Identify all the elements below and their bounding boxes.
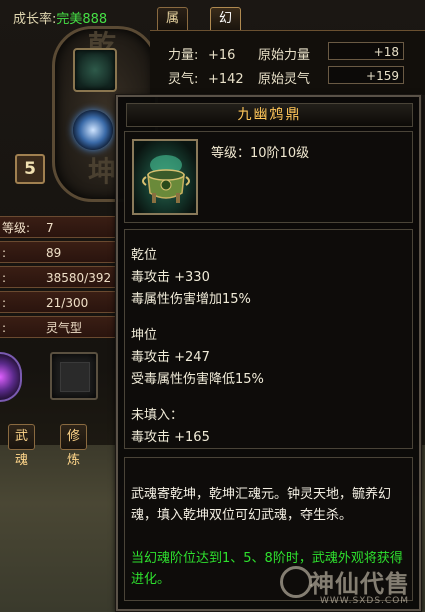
stat-value: 灵气型 bbox=[46, 321, 83, 335]
item-level: 等级：10阶10级 bbox=[211, 146, 310, 161]
growth-label: 成长率: bbox=[13, 12, 57, 27]
watermark-url: WWW.SXDS.COM bbox=[320, 596, 410, 606]
stat-key: : bbox=[2, 321, 7, 335]
kun-line: 毒攻击 +247 bbox=[131, 350, 210, 365]
attr-name: 力量: bbox=[168, 48, 199, 63]
tab-huanhun[interactable]: 幻魂 bbox=[210, 7, 242, 48]
watermark: 神仙代售 WWW.SXDS.COM bbox=[280, 560, 425, 610]
kun-slot-orb-icon[interactable] bbox=[73, 110, 113, 150]
stat-value: 21/300 bbox=[46, 296, 89, 310]
stat-key: 等级: bbox=[2, 221, 31, 235]
attr-add: +16 bbox=[208, 48, 236, 63]
stat-row: : 38580/392 bbox=[0, 266, 118, 288]
watermark-text: 神仙代售 bbox=[310, 570, 410, 598]
level-badge: 5 bbox=[15, 154, 45, 184]
kun-line: 受毒属性伤害降低15% bbox=[131, 372, 264, 387]
item-description: 武魂寄乾坤，乾坤汇魂元。钟灵天地，毓养幻魂，填入乾坤双位可幻武魂，夺生杀。 bbox=[131, 487, 392, 523]
kun-heading: 坤位 bbox=[131, 328, 158, 343]
watermark-logo-icon bbox=[280, 566, 312, 598]
stat-key: : bbox=[2, 296, 7, 310]
empty-skill-slot[interactable] bbox=[50, 352, 98, 400]
stat-key: : bbox=[2, 246, 7, 260]
item-title: 九幽鸩鼎 bbox=[126, 103, 413, 127]
qian-line: 毒攻击 +330 bbox=[131, 270, 210, 285]
qian-slot-cauldron-icon[interactable] bbox=[73, 48, 117, 92]
tab-xiulian[interactable]: 修炼 bbox=[60, 424, 88, 468]
item-tooltip: 九幽鸩鼎 等级：10阶10级 乾位 毒攻击 +330 毒属性伤害增加15% 坤位… bbox=[116, 95, 421, 611]
cauldron-icon bbox=[132, 139, 198, 215]
attr-row-spirit: 灵气: +142 原始灵气 bbox=[168, 68, 310, 87]
stat-key: : bbox=[2, 271, 7, 285]
item-header-section: 等级：10阶10级 bbox=[124, 131, 413, 223]
qian-line: 毒属性伤害增加15% bbox=[131, 292, 251, 307]
attr-base-label: 原始力量 bbox=[258, 48, 311, 63]
stat-row-level: 等级: 7 bbox=[0, 216, 118, 238]
kun-glyph: 坤 bbox=[88, 155, 117, 188]
stat-row: : 灵气型 bbox=[0, 316, 118, 338]
unfilled-heading: 未填入： bbox=[131, 408, 184, 423]
stat-row: : 21/300 bbox=[0, 291, 118, 313]
tab-wuhun[interactable]: 武魂 bbox=[8, 424, 36, 468]
attr-name: 灵气: bbox=[168, 72, 199, 87]
stat-value: 38580/392 bbox=[46, 271, 112, 285]
attr-add: +142 bbox=[208, 72, 244, 87]
tab-attributes[interactable]: 属性 bbox=[157, 7, 189, 48]
qian-heading: 乾位 bbox=[131, 248, 158, 263]
stat-row: : 89 bbox=[0, 241, 118, 263]
unfilled-line: 毒攻击 +165 bbox=[131, 430, 210, 445]
stat-value: 89 bbox=[46, 246, 62, 260]
attr-row-strength: 力量: +16 原始力量 bbox=[168, 44, 310, 63]
attr-base-label: 原始灵气 bbox=[258, 72, 311, 87]
attr-box-spirit: +159 bbox=[328, 66, 404, 84]
stat-value: 7 bbox=[46, 221, 54, 235]
slot-bonus-section: 乾位 毒攻击 +330 毒属性伤害增加15% 坤位 毒攻击 +247 受毒属性伤… bbox=[124, 229, 413, 449]
attr-box-strength: +18 bbox=[328, 42, 404, 60]
